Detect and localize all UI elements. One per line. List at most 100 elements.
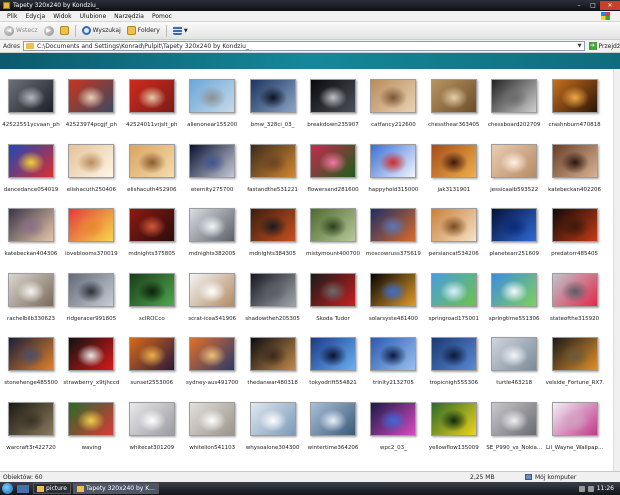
file-thumbnail[interactable]: breakdown235907 — [304, 71, 362, 133]
file-thumbnail[interactable]: SE_P990_vs_Nokia... — [485, 394, 543, 456]
file-thumbnail[interactable]: solarsyste481400 — [364, 265, 422, 327]
file-thumbnail[interactable]: bmw_328ci_03_ — [244, 71, 302, 133]
taskbar-item-picture[interactable]: picture — [33, 483, 71, 494]
file-thumbnail[interactable]: mdnights382005 — [183, 200, 241, 262]
file-thumbnail[interactable]: crashnburn470818 — [546, 71, 604, 133]
file-thumbnail[interactable]: velside_Fortune_RX7... — [546, 329, 604, 391]
menu-view[interactable]: Widok — [49, 13, 75, 20]
file-thumbnail[interactable]: chessthear363405 — [425, 71, 483, 133]
file-thumbnail[interactable]: springroad175001 — [425, 265, 483, 327]
forward-button[interactable]: ▶ — [42, 24, 56, 38]
file-thumbnail[interactable]: predatorr485405 — [546, 200, 604, 262]
file-thumbnail[interactable]: persiancat534206 — [425, 200, 483, 262]
file-thumbnail[interactable]: stonehenge485500 — [2, 329, 60, 391]
file-name: mdnights375805 — [128, 251, 176, 257]
menu-help[interactable]: Pomoc — [148, 13, 176, 20]
file-thumbnail[interactable]: eternity275700 — [183, 136, 241, 198]
file-thumbnail[interactable]: Skoda Tudor — [304, 265, 362, 327]
file-thumbnail[interactable]: elishacuth452906 — [123, 136, 181, 198]
file-name: whitecat301209 — [129, 444, 175, 451]
folders-button[interactable]: Foldery — [125, 24, 162, 38]
minimize-button[interactable]: – — [572, 1, 586, 10]
quick-launch-icon[interactable] — [17, 484, 29, 493]
file-thumbnail[interactable]: mdnights384305 — [244, 200, 302, 262]
file-thumbnail[interactable]: scrat-icea541906 — [183, 265, 241, 327]
file-thumbnail[interactable]: mistymount400700 — [304, 200, 362, 262]
file-thumbnail[interactable]: whysoalone304300 — [244, 394, 302, 456]
file-thumbnail[interactable]: thedanwar480318 — [244, 329, 302, 391]
file-thumbnail[interactable]: moscowruss375619 — [364, 200, 422, 262]
content-header-strip — [0, 53, 620, 69]
file-thumbnail[interactable]: katebeckan402206 — [546, 136, 604, 198]
location-label: Mój komputer — [535, 473, 577, 481]
menu-favorites[interactable]: Ulubione — [76, 13, 111, 20]
file-thumbnail[interactable]: waving — [62, 394, 120, 456]
volume-icon[interactable] — [587, 485, 594, 492]
file-thumbnail[interactable]: catfancy212600 — [364, 71, 422, 133]
file-thumbnail[interactable]: katebeckan404306 — [2, 200, 60, 262]
vertical-scrollbar[interactable] — [613, 69, 620, 471]
file-thumbnail[interactable]: fastandthe531221 — [244, 136, 302, 198]
file-thumbnail[interactable]: strawberry_x9tjhccd — [62, 329, 120, 391]
file-thumbnail[interactable]: planetearr251609 — [485, 200, 543, 262]
file-thumbnail[interactable]: rachelbilb330623 — [2, 265, 60, 327]
search-label: Wyszukaj — [92, 27, 121, 34]
menu-tools[interactable]: Narzędzia — [110, 13, 148, 20]
thumbnail-image — [128, 79, 175, 113]
file-name: ridgeracer991805 — [66, 315, 117, 322]
file-thumbnail[interactable]: stateofthe315920 — [546, 265, 604, 327]
file-thumbnail[interactable]: alienonear155200 — [183, 71, 241, 133]
network-icon[interactable] — [578, 485, 585, 492]
file-thumbnail[interactable]: springtime551306 — [485, 265, 543, 327]
file-thumbnail[interactable]: chessboard202709 — [485, 71, 543, 133]
thumbnail-image — [249, 401, 296, 436]
file-thumbnail[interactable]: mdnights375805 — [123, 200, 181, 262]
file-thumbnail[interactable]: 42523974pcgjf_ph — [62, 71, 120, 133]
file-thumbnail[interactable]: tropicnigh555306 — [425, 329, 483, 391]
file-thumbnail[interactable]: sydney-aus491700 — [183, 329, 241, 391]
file-thumbnail[interactable]: wpc2_03_ — [364, 394, 422, 456]
file-thumbnail[interactable]: jessicaalb593522 — [485, 136, 543, 198]
file-thumbnail[interactable]: tokyodrift554821 — [304, 329, 362, 391]
thumbnail-image — [370, 337, 417, 371]
file-thumbnail[interactable]: elishacuth250406 — [62, 136, 120, 198]
file-thumbnail[interactable]: trinity2132705 — [364, 329, 422, 391]
back-button[interactable]: ◀ Wstecz — [2, 24, 40, 38]
file-thumbnail[interactable]: ridgeracer991805 — [62, 265, 120, 327]
start-button[interactable] — [2, 483, 13, 494]
maximize-button[interactable]: □ — [586, 1, 600, 10]
file-name: sydney-aus491700 — [186, 380, 239, 386]
file-thumbnail[interactable]: turtle463218 — [485, 329, 543, 391]
file-thumbnail[interactable]: whitelion541103 — [183, 394, 241, 456]
go-button[interactable]: ➜ Przejdź — [588, 42, 620, 50]
up-folder-button[interactable] — [58, 24, 71, 38]
taskbar-item-tapety[interactable]: Tapety 320x240 by K... — [72, 483, 159, 494]
file-thumbnail[interactable]: shadowtheh205305 — [244, 265, 302, 327]
address-input[interactable]: C:\Documents and Settings\Konrad\Pulpit\… — [22, 41, 585, 51]
close-button[interactable]: ✕ — [600, 1, 620, 10]
menu-edit[interactable]: Edycja — [21, 13, 49, 20]
file-thumbnail[interactable]: 42522551ycvaan_ph — [2, 71, 60, 133]
file-thumbnail[interactable]: dancedance054019 — [2, 136, 60, 198]
search-button[interactable]: Wyszukaj — [80, 24, 123, 38]
file-thumbnail[interactable]: whitecat301209 — [123, 394, 181, 456]
file-name: bmw_328ci_03_ — [250, 122, 295, 128]
file-thumbnail[interactable]: 42524011vrjslt_ph — [123, 71, 181, 133]
file-thumbnail[interactable]: wintertime364206 — [304, 394, 362, 456]
file-thumbnail[interactable]: warcraft3r422720 — [2, 394, 60, 456]
file-thumbnail[interactable]: flowersand281600 — [304, 136, 362, 198]
file-thumbnail[interactable]: scIROCco — [123, 265, 181, 327]
file-view: 42522551ycvaan_ph 42523974pcgjf_ph 4252401… — [0, 69, 620, 471]
menu-file[interactable]: Plik — [3, 13, 21, 20]
thumbnail-image — [370, 208, 417, 242]
file-thumbnail[interactable]: Lil_Wayne_Wallpap... — [546, 394, 604, 456]
file-thumbnail[interactable]: sunset2553006 — [123, 329, 181, 391]
file-thumbnail[interactable]: loveblooms370019 — [62, 200, 120, 262]
file-thumbnail[interactable]: happyhold315000 — [364, 136, 422, 198]
views-button[interactable]: ▼ — [171, 24, 190, 38]
thumbnail-image — [491, 401, 538, 436]
file-name: planetearr251609 — [489, 251, 539, 257]
file-thumbnail[interactable]: jak3131901 — [425, 136, 483, 198]
file-thumbnail[interactable]: yellowflow135009 — [425, 394, 483, 456]
chevron-down-icon[interactable]: ▼ — [576, 42, 584, 50]
